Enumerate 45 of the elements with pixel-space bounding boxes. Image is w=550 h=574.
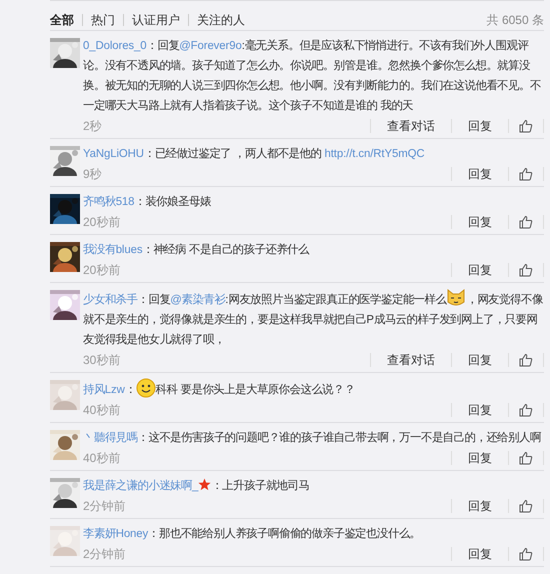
timestamp: 20秒前	[83, 262, 120, 279]
timestamp: 9秒	[83, 166, 102, 183]
comment-text: 我没有blues：神经病 不是自己的孩子还养什么	[83, 242, 310, 258]
timestamp: 20秒前	[83, 214, 120, 231]
thumbs-up-icon[interactable]	[519, 547, 533, 561]
filter-tab[interactable]: 全部	[50, 14, 83, 26]
timestamp: 40秒前	[83, 402, 120, 419]
comment-text: 李素妍Honey：那也不能给别人养孩子啊偷偷的做亲子鉴定也没什么。	[83, 526, 422, 542]
thumbs-up-icon[interactable]	[519, 119, 533, 133]
comment-count: 共 6050 条	[486, 12, 544, 28]
comment-text: 少女和杀手：回复@素染青衫:网友放照片当鉴定跟真正的医学鉴定能一样么 ，网友觉得不像就不是亲生的，觉得像就是亲生的，要是这样我早就把自己P成马云的样子发到网上了，只要网友觉得我是他女儿就得了呗，	[83, 288, 544, 350]
thumbs-up-icon[interactable]	[519, 499, 533, 513]
comment-text: YaNgLiOHU：已经做过鉴定了 ，两人都不是他的 http://t.cn/RtY5mQC	[83, 146, 426, 162]
comment-text: 我是薛之谦的小迷妹啊_ ：上升孩子就地司马	[83, 477, 310, 494]
reply-link[interactable]: 回复	[451, 547, 509, 561]
reply-link[interactable]: 回复	[451, 499, 509, 513]
reply-link[interactable]: 回复	[451, 263, 509, 277]
reply-link[interactable]: 回复	[451, 403, 509, 417]
reply-link[interactable]: 回复	[452, 353, 509, 367]
timestamp: 2秒	[83, 118, 102, 135]
comment-text: 0_Dolores_0：回复@Forever9o:毫无关系。但是应该私下悄悄进行。不该有我们外人围观评论。没有不透风的墙。孩子知道了怎么办。你说吧。别管是谁。忽然换个爹你怎么想。就算没换。被无知的无聊的人说三到四你怎么想。他小啊。没有判断能力的。我们在这说他看不见。不一定哪天大马路上就有人指着孩子说。这个孩子不知道是谁的 我的天	[83, 38, 542, 114]
comment-text: 持风Lzw： 科科 要是你头上是大草原你会这么说？？	[83, 378, 544, 400]
comment-text: 齐鸣秋518：装你娘圣母婊	[83, 194, 212, 210]
filter-tab[interactable]: 热门	[83, 14, 124, 26]
reply-link[interactable]: 回复	[451, 215, 509, 229]
reply-link[interactable]: 回复	[451, 451, 509, 465]
timestamp: 2分钟前	[83, 546, 126, 563]
thumbs-up-icon[interactable]	[519, 215, 533, 229]
timestamp: 40秒前	[83, 450, 120, 467]
thumbs-up-icon[interactable]	[519, 167, 533, 181]
thumbs-up-icon[interactable]	[519, 353, 533, 367]
comment-text: 丶聽得見嗎：这不是伤害孩子的问题吧？谁的孩子谁自己带去啊，万一不是自己的，还给别人啊	[83, 430, 542, 446]
timestamp: 2分钟前	[83, 498, 126, 515]
reply-link[interactable]: 回复	[451, 167, 509, 181]
thumbs-up-icon[interactable]	[519, 263, 533, 277]
thumbs-up-icon[interactable]	[519, 451, 533, 465]
cat-face-icon	[446, 288, 466, 308]
filter-tab[interactable]: 关注的人	[189, 14, 253, 26]
view-conversation-link[interactable]: 查看对话	[370, 119, 452, 133]
thumbs-up-icon[interactable]	[519, 403, 533, 417]
smiley-icon	[136, 378, 156, 398]
view-conversation-link[interactable]: 查看对话	[370, 353, 452, 367]
reply-link[interactable]: 回复	[452, 119, 509, 133]
filter-tab[interactable]: 认证用户	[124, 14, 189, 26]
timestamp: 30秒前	[83, 352, 120, 369]
